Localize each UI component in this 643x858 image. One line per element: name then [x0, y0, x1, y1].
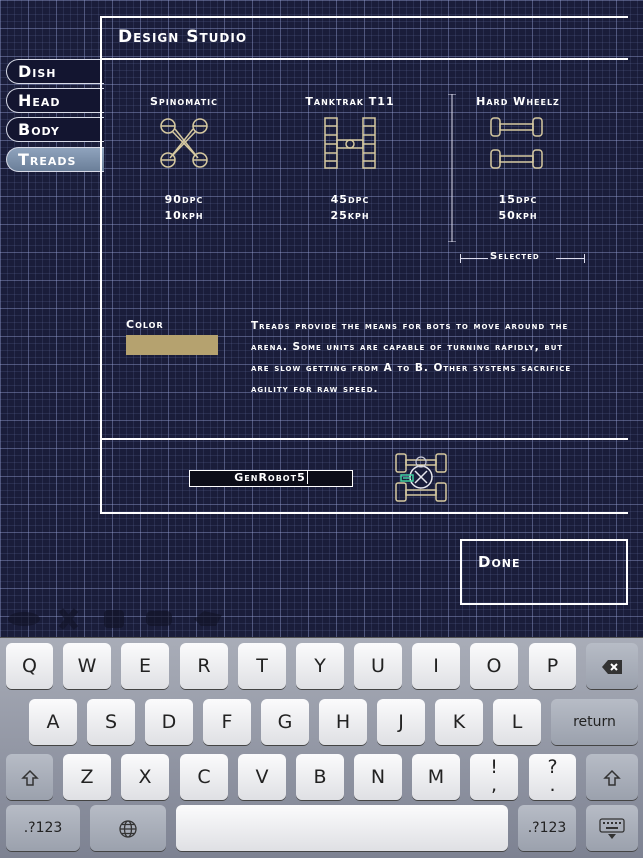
color-swatch[interactable] — [126, 335, 218, 355]
tab-label: Body — [18, 120, 60, 139]
robot-preview-icon — [395, 453, 447, 502]
selected-label: Selected — [490, 251, 540, 262]
tab-label: Dish — [18, 62, 57, 81]
globe-key[interactable] — [90, 805, 166, 851]
key-q[interactable]: Q — [6, 643, 53, 689]
tread-name: Tanktrak T11 — [305, 95, 395, 108]
key-s[interactable]: S — [87, 699, 135, 745]
key-a[interactable]: A — [29, 699, 77, 745]
tread-speed: 25kph — [330, 209, 370, 222]
key-bottom-char: , — [490, 774, 498, 796]
title-bar: Design Studio — [100, 16, 628, 60]
numbers-key-left[interactable]: .?123 — [6, 805, 80, 851]
tread-name: Spinomatic — [149, 95, 219, 108]
name-panel — [100, 438, 628, 514]
key-c[interactable]: C — [180, 754, 228, 800]
tread-name: Hard Wheelz — [476, 95, 560, 108]
color-label: Color — [126, 318, 164, 331]
key-j[interactable]: J — [377, 699, 425, 745]
tab-label: Treads — [18, 150, 77, 169]
key-h[interactable]: H — [319, 699, 367, 745]
key-f[interactable]: F — [203, 699, 251, 745]
tread-option-spinomatic[interactable]: Spinomatic 90dpc 10kph — [124, 95, 244, 224]
key-m[interactable]: M — [412, 754, 460, 800]
tread-damage: 90dpc — [164, 193, 204, 206]
key-v[interactable]: V — [238, 754, 286, 800]
key-g[interactable]: G — [261, 699, 309, 745]
on-screen-keyboard: Q W E R T Y U I O P A S D F G H J K L re… — [0, 637, 643, 858]
key-u[interactable]: U — [354, 643, 402, 689]
key-k[interactable]: K — [435, 699, 483, 745]
tread-damage: 15dpc — [498, 193, 538, 206]
backspace-icon — [602, 659, 622, 674]
spinomatic-icon — [160, 118, 208, 168]
tread-option-tanktrak[interactable]: Tanktrak T11 45dpc 25kph — [290, 95, 410, 224]
shift-key-left[interactable] — [6, 754, 53, 800]
done-button[interactable]: Done — [460, 539, 628, 605]
shift-icon — [603, 769, 621, 786]
page-title: Design Studio — [118, 27, 248, 47]
numbers-key-right[interactable]: .?123 — [518, 805, 576, 851]
key-b[interactable]: B — [296, 754, 344, 800]
robot-name-input[interactable]: GenRobot5 — [189, 470, 353, 487]
tab-label: Head — [18, 91, 61, 110]
done-label: Done — [478, 553, 521, 571]
key-question-period[interactable]: ? . — [529, 754, 576, 800]
part-silhouettes — [8, 608, 222, 630]
tab-treads[interactable]: Treads — [6, 147, 104, 172]
robot-name-value: GenRobot5 — [234, 471, 306, 484]
return-key[interactable]: return — [551, 699, 638, 745]
key-bottom-char: . — [549, 774, 556, 796]
key-t[interactable]: T — [238, 643, 286, 689]
selected-marker: Selected — [458, 251, 586, 266]
key-i[interactable]: I — [412, 643, 460, 689]
key-z[interactable]: Z — [63, 754, 111, 800]
tread-speed: 50kph — [498, 209, 538, 222]
keyboard-hide-icon — [599, 817, 625, 839]
key-o[interactable]: O — [470, 643, 518, 689]
key-r[interactable]: R — [180, 643, 228, 689]
key-d[interactable]: D — [145, 699, 193, 745]
tab-body[interactable]: Body — [6, 117, 104, 142]
selection-bracket — [448, 94, 456, 242]
shift-key-right[interactable] — [586, 754, 638, 800]
key-e[interactable]: E — [121, 643, 169, 689]
key-exclaim-comma[interactable]: ! , — [470, 754, 518, 800]
key-x[interactable]: X — [121, 754, 169, 800]
tread-speed: 10kph — [164, 209, 204, 222]
space-key[interactable] — [176, 805, 508, 851]
key-l[interactable]: L — [493, 699, 541, 745]
globe-icon — [119, 819, 137, 838]
key-n[interactable]: N — [354, 754, 402, 800]
shift-icon — [20, 769, 39, 786]
key-w[interactable]: W — [63, 643, 111, 689]
hide-keyboard-key[interactable] — [586, 805, 638, 851]
hard-wheelz-icon — [490, 117, 543, 169]
tread-damage: 45dpc — [330, 193, 370, 206]
tab-dish[interactable]: Dish — [6, 59, 104, 84]
tanktrak-icon — [324, 117, 376, 169]
key-p[interactable]: P — [529, 643, 576, 689]
tab-head[interactable]: Head — [6, 88, 104, 113]
tread-description: Treads provide the means for bots to mov… — [251, 320, 572, 395]
backspace-key[interactable] — [586, 643, 638, 689]
key-y[interactable]: Y — [296, 643, 344, 689]
tread-option-hard-wheelz[interactable]: Hard Wheelz 15dpc 50kph — [458, 95, 578, 224]
